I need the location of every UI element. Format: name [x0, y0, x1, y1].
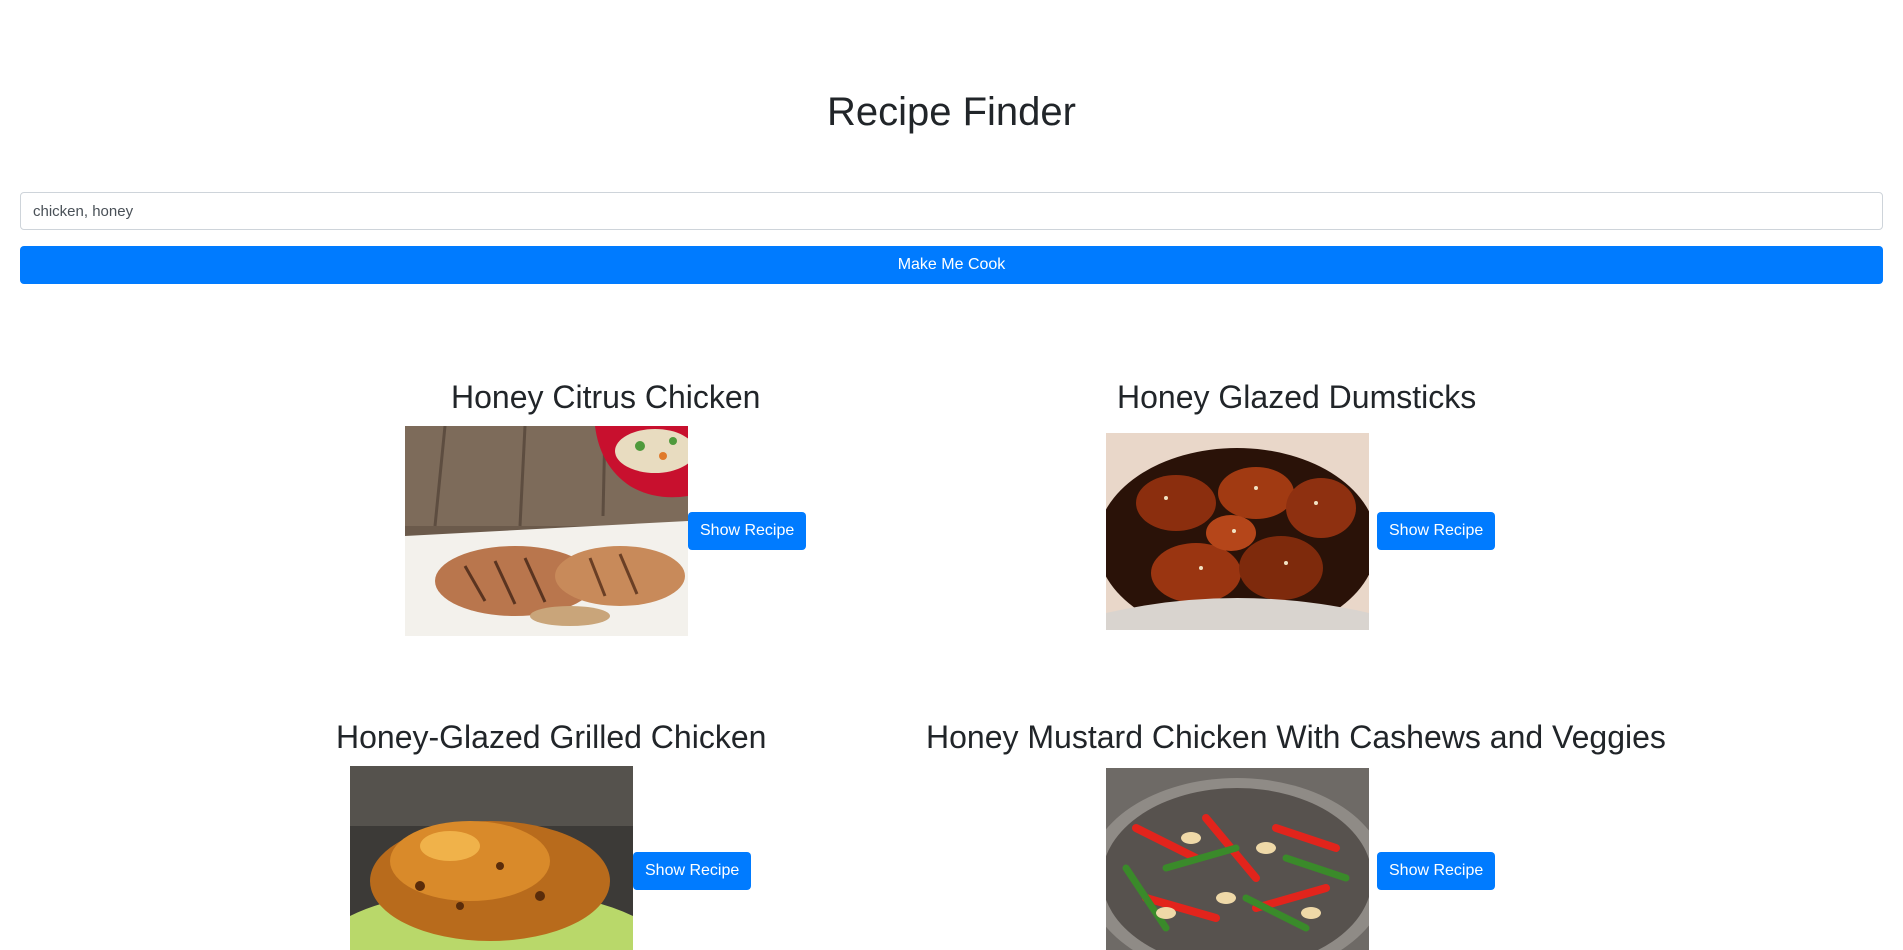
- page: Recipe Finder Make Me Cook Honey Citrus …: [0, 0, 1903, 950]
- show-recipe-button-2[interactable]: Show Recipe: [1377, 512, 1496, 550]
- page-title: Recipe Finder: [826, 90, 1076, 134]
- recipe-image-3: [350, 766, 633, 950]
- show-recipe-button-1[interactable]: Show Recipe: [688, 512, 807, 550]
- show-recipe-button-4[interactable]: Show Recipe: [1377, 852, 1496, 890]
- recipe-image-4: [1106, 768, 1369, 950]
- recipe-title-3: Honey-Glazed Grilled Chicken: [336, 719, 767, 755]
- recipe-title-1: Honey Citrus Chicken: [451, 379, 761, 415]
- recipe-title-2: Honey Glazed Dumsticks: [1117, 379, 1477, 415]
- recipe-image-2: [1106, 433, 1369, 630]
- recipe-image-1: [405, 426, 688, 636]
- ingredients-search-input[interactable]: [20, 192, 1883, 230]
- show-recipe-button-3[interactable]: Show Recipe: [633, 852, 752, 890]
- make-me-cook-button[interactable]: Make Me Cook: [20, 246, 1883, 284]
- recipe-title-4: Honey Mustard Chicken With Cashews and V…: [926, 719, 1666, 755]
